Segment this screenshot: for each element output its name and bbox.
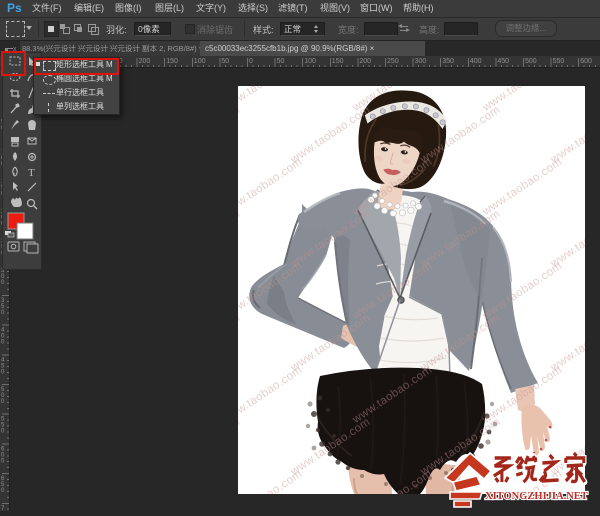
svg-text:0: 0 [249, 58, 253, 65]
svg-text:250: 250 [387, 58, 399, 65]
svg-text:XITONGZHIJIA.NET: XITONGZHIJIA.NET [485, 491, 588, 502]
svg-text:150: 150 [332, 58, 344, 65]
svg-text:600: 600 [580, 58, 592, 65]
svg-text:100: 100 [194, 58, 206, 65]
svg-text:450: 450 [497, 58, 509, 65]
svg-text:T: T [28, 167, 35, 179]
svg-text:200: 200 [139, 58, 151, 65]
svg-text:350: 350 [442, 58, 454, 65]
svg-text:150: 150 [166, 58, 178, 65]
svg-text:550: 550 [553, 58, 565, 65]
svg-text:500: 500 [525, 58, 537, 65]
svg-text:400: 400 [470, 58, 482, 65]
svg-text:200: 200 [359, 58, 371, 65]
svg-text:300: 300 [415, 58, 427, 65]
svg-text:50: 50 [221, 58, 229, 65]
svg-text:100: 100 [304, 58, 316, 65]
svg-text:50: 50 [277, 58, 285, 65]
